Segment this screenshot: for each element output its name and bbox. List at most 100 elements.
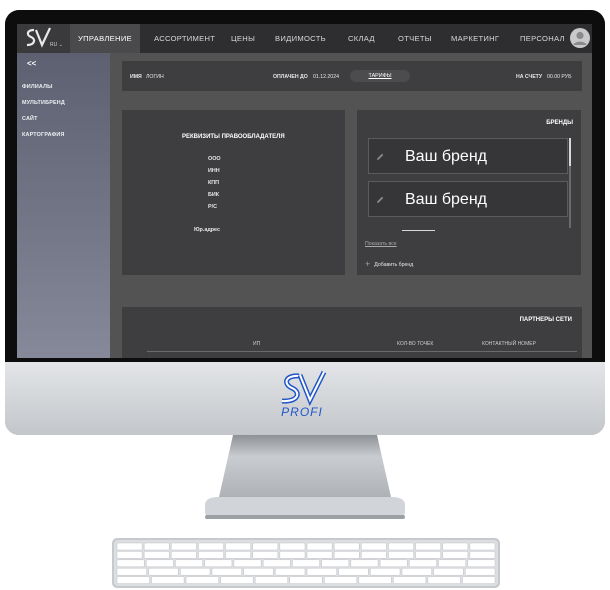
partners-panel: ПАРТНЕРЫ СЕТИ ИП КОЛ-ВО ТОЧЕК КОНТАКТНЫЙ… [122, 307, 582, 358]
edit-icon[interactable] [375, 152, 385, 162]
plus-icon: + [365, 259, 371, 269]
keyboard-key [262, 559, 291, 568]
keyboard-key [388, 551, 414, 559]
sidebar-item-site[interactable]: САЙТ [22, 116, 38, 122]
collapse-sidebar-button[interactable]: << [27, 59, 36, 68]
balance-label: НА СЧЕТУ [516, 74, 543, 80]
keyboard-key [469, 542, 496, 551]
keyboard-key [415, 542, 441, 551]
keyboard-key [462, 576, 496, 584]
keyboard-key [350, 559, 379, 568]
sidebar-item-branches[interactable]: ФИЛИАЛЫ [22, 84, 53, 90]
sv-profi-logo: PROFI [272, 370, 332, 430]
app-logo[interactable]: RU ⌄ [17, 24, 70, 53]
keyboard-key [465, 567, 496, 576]
keyboard-key [220, 576, 254, 584]
keyboard-key [198, 551, 224, 559]
edit-icon[interactable] [375, 195, 385, 205]
keyboard-key [185, 576, 219, 584]
column-header-ip: ИП [253, 341, 261, 347]
edit-icon[interactable] [144, 356, 152, 358]
sv-logo-icon [26, 27, 51, 48]
keyboard-key [306, 551, 333, 559]
keyboard-key [438, 559, 467, 568]
user-icon [573, 31, 587, 45]
main-content: ИМЯ ЛОГИН ОПЛАЧЕН ДО 01.12.2024 ТАРИФЫ Н… [110, 53, 592, 358]
nav-tab-reports[interactable]: ОТЧЕТЫ [398, 24, 432, 53]
keyboard-key [333, 542, 360, 551]
sidebar: << ФИЛИАЛЫ МУЛЬТИБРЕНД САЙТ КАРТОГРАФИЯ [17, 53, 110, 358]
brand-name: Ваш бренд [405, 148, 487, 165]
brands-scrollbar-track[interactable] [569, 166, 571, 228]
requisites-title: РЕКВИЗИТЫ ПРАВООБЛАДАТЕЛЯ [182, 134, 285, 140]
brand-card[interactable]: Ваш бренд [368, 181, 568, 217]
keyboard-key [252, 551, 279, 559]
svg-text:PROFI: PROFI [281, 405, 323, 419]
nav-tab-management[interactable]: УПРАВЛЕНИЕ [70, 24, 140, 53]
keyboard-key [388, 542, 414, 551]
tariffs-button[interactable]: ТАРИФЫ [350, 70, 410, 82]
field-account: Р/С [208, 204, 217, 210]
partners-title: ПАРТНЕРЫ СЕТИ [519, 317, 572, 323]
field-legal-address: Юр.адрес [194, 227, 220, 233]
account-info-bar: ИМЯ ЛОГИН ОПЛАЧЕН ДО 01.12.2024 ТАРИФЫ Н… [122, 61, 582, 91]
user-avatar[interactable] [570, 28, 590, 48]
sidebar-item-multibrand[interactable]: МУЛЬТИБРЕНД [22, 100, 65, 106]
nav-tab-assortment[interactable]: АССОРТИМЕНТ [154, 24, 215, 53]
nav-tab-visibility[interactable]: ВИДИМОСТЬ [275, 24, 326, 53]
keyboard-key [361, 551, 387, 559]
field-bik: БИК [208, 192, 220, 198]
add-brand-button[interactable]: + Добавить бренд [365, 259, 413, 269]
monitor-stand [205, 435, 405, 519]
keyboard-key [393, 576, 427, 584]
keyboard-key [116, 551, 143, 559]
keyboard-key [116, 559, 145, 568]
requisites-panel: РЕКВИЗИТЫ ПРАВООБЛАДАТЕЛЯ ООО ИНН КПП БИ… [122, 110, 345, 275]
keyboard-key [171, 551, 197, 559]
keyboard-key [415, 551, 441, 559]
keyboard-key [427, 576, 461, 584]
top-navbar: RU ⌄ УПРАВЛЕНИЕ АССОРТИМЕНТ ЦЕНЫ ВИДИМОС… [17, 24, 592, 53]
keyboard-key [254, 576, 288, 584]
keyboard-key [225, 551, 251, 559]
keyboard-key [333, 551, 360, 559]
nav-tab-marketing[interactable]: МАРКЕТИНГ [451, 24, 499, 53]
keyboard-key [116, 542, 143, 551]
column-header-contact: КОНТАКТНЫЙ НОМЕР [482, 341, 536, 347]
keyboard-key [175, 559, 203, 568]
keyboard-key [252, 542, 279, 551]
keyboard-key [442, 551, 469, 559]
column-header-points: КОЛ-ВО ТОЧЕК [397, 341, 434, 347]
keyboard-key [145, 559, 174, 568]
keyboard-key [433, 567, 464, 576]
keyboard-key [233, 559, 262, 568]
keyboard-key [379, 559, 408, 568]
field-inn: ИНН [208, 168, 220, 174]
keyboard-key [361, 542, 387, 551]
field-ooo: ООО [208, 156, 221, 162]
language-selector[interactable]: RU ⌄ [50, 42, 63, 48]
keyboard-key [442, 542, 469, 551]
keyboard-key [243, 567, 274, 576]
brands-scrollbar-thumb[interactable] [569, 138, 571, 166]
keyboard [112, 538, 500, 588]
keyboard-key [401, 567, 432, 576]
brand-card[interactable]: Ваш бренд [368, 138, 568, 174]
keyboard-key [292, 559, 320, 568]
keyboard-key [358, 576, 392, 584]
table-header-divider [147, 351, 577, 352]
brands-panel: БРЕНДЫ Ваш бренд Ваш бренд Показать все … [357, 110, 581, 275]
nav-tab-prices[interactable]: ЦЕНЫ [231, 24, 255, 53]
show-all-link[interactable]: Показать все [365, 241, 397, 247]
sidebar-item-cartography[interactable]: КАРТОГРАФИЯ [22, 132, 65, 138]
keyboard-key [409, 559, 437, 568]
brands-title: БРЕНДЫ [546, 120, 573, 126]
balance-value: 00.00 РУБ [547, 74, 572, 80]
nav-tab-warehouse[interactable]: СКЛАД [348, 24, 375, 53]
keyboard-key [116, 567, 147, 576]
name-value: ЛОГИН [146, 74, 164, 80]
divider [402, 230, 435, 231]
keyboard-key [338, 567, 369, 576]
add-brand-label: Добавить бренд [374, 262, 414, 268]
nav-tab-staff[interactable]: ПЕРСОНАЛ [520, 24, 565, 53]
